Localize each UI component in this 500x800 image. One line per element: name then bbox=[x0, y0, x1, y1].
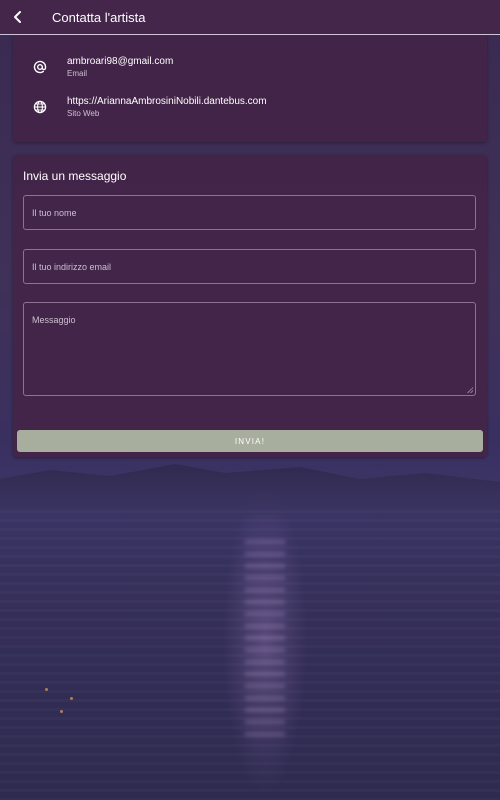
back-button[interactable] bbox=[0, 0, 36, 34]
name-field-placeholder: Il tuo nome bbox=[32, 208, 77, 218]
chevron-left-icon bbox=[14, 11, 21, 23]
name-field[interactable]: Il tuo nome bbox=[23, 195, 476, 230]
app-bar: Contatta l'artista bbox=[0, 0, 500, 35]
contact-email-label: Email bbox=[67, 68, 88, 78]
globe-icon bbox=[13, 100, 67, 114]
email-field-placeholder: Il tuo indirizzo email bbox=[32, 262, 112, 272]
background-spark bbox=[70, 697, 73, 700]
contact-website-value: https://AriannaAmbrosiniNobili.dantebus.… bbox=[67, 95, 267, 107]
contact-email-value: ambroari98@gmail.com bbox=[67, 55, 174, 67]
form-title: Invia un messaggio bbox=[23, 169, 127, 183]
contact-website-label: Sito Web bbox=[67, 108, 100, 118]
contact-email-row[interactable]: ambroari98@gmail.com Email bbox=[13, 49, 487, 85]
background-spark bbox=[45, 688, 48, 691]
email-field[interactable]: Il tuo indirizzo email bbox=[23, 249, 476, 284]
at-sign-icon bbox=[13, 60, 67, 74]
background-moon-reflection bbox=[245, 540, 285, 740]
submit-button[interactable]: INVIA! bbox=[17, 430, 483, 452]
message-textarea-placeholder: Messaggio bbox=[32, 315, 76, 325]
message-form-card: Invia un messaggio Il tuo nome Il tuo in… bbox=[13, 155, 487, 457]
contact-info-card: ambroari98@gmail.com Email https://Arian… bbox=[13, 35, 487, 142]
background-mountains bbox=[0, 464, 500, 515]
page-title: Contatta l'artista bbox=[52, 9, 146, 25]
contact-website-row[interactable]: https://AriannaAmbrosiniNobili.dantebus.… bbox=[13, 89, 487, 125]
message-textarea[interactable]: Messaggio bbox=[23, 302, 476, 396]
textarea-resize-handle[interactable] bbox=[467, 387, 473, 393]
background-spark bbox=[60, 710, 63, 713]
